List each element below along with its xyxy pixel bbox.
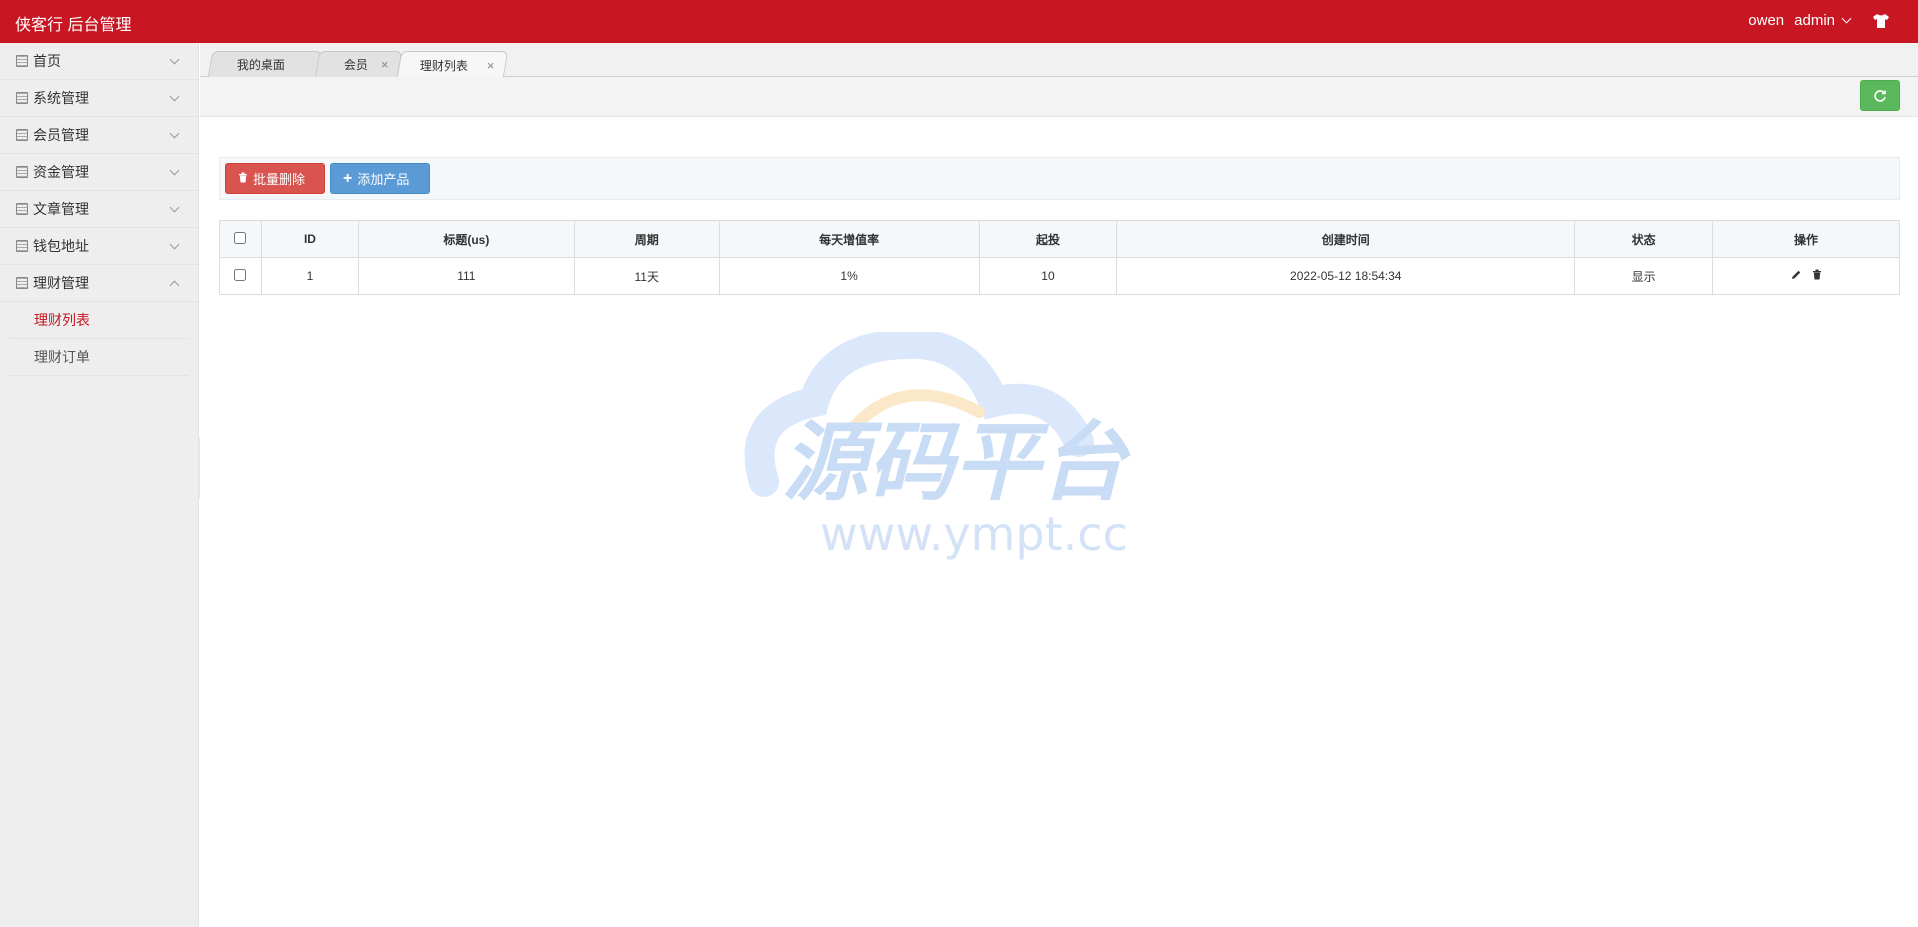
add-product-label: 添加产品 — [357, 172, 410, 187]
table-row: 1 111 11天 1% 10 2022-05-12 18:54:34 显示 — [219, 257, 1900, 295]
column-header[interactable]: 创建时间 — [1116, 220, 1576, 258]
column-header[interactable]: 周期 — [573, 220, 720, 258]
close-icon[interactable]: × — [381, 57, 389, 72]
main-content: 批量删除 + 添加产品 ID 标题(us) 周期 每天增值率 起投 创建时间 状… — [200, 118, 1918, 927]
brand-title: 侠客行 后台管理 — [15, 17, 132, 34]
chevron-down-icon — [169, 128, 180, 139]
cell-id: 1 — [260, 257, 359, 295]
user-name[interactable]: owen — [1748, 12, 1784, 29]
cell-title: 111 — [357, 257, 575, 295]
row-checkbox[interactable] — [234, 268, 247, 281]
refresh-icon — [1874, 89, 1886, 102]
tab-label: 会员 — [343, 58, 368, 72]
grid-icon — [16, 203, 28, 215]
chevron-down-icon — [169, 239, 180, 250]
top-header: 侠客行 后台管理 owen admin — [0, 0, 1918, 43]
sidebar-item-members[interactable]: 会员管理 — [0, 117, 198, 154]
column-header: 操作 — [1712, 220, 1900, 258]
tab-desktop[interactable]: 我的桌面 — [207, 51, 323, 77]
sidebar-item-system[interactable]: 系统管理 — [0, 80, 198, 117]
sidebar: 首页 系统管理 会员管理 资金管理 文章管理 钱包地址 理财管理 理财列表 理财… — [0, 43, 199, 927]
table-header-row: ID 标题(us) 周期 每天增值率 起投 创建时间 状态 操作 — [219, 220, 1900, 258]
sidebar-item-label: 首页 — [33, 53, 61, 69]
add-product-button[interactable]: + 添加产品 — [330, 163, 430, 194]
admin-dropdown[interactable]: admin — [1794, 12, 1852, 29]
action-bar: 批量删除 + 添加产品 — [219, 157, 1900, 200]
grid-icon — [16, 129, 28, 141]
sidebar-item-label: 理财管理 — [33, 275, 89, 291]
refresh-button[interactable] — [1860, 80, 1900, 111]
user-area: owen admin — [1748, 12, 1852, 29]
plus-icon: + — [343, 169, 353, 187]
cell-operations — [1712, 257, 1900, 295]
sidebar-item-label: 钱包地址 — [33, 238, 89, 254]
grid-icon — [16, 92, 28, 104]
sidebar-subitem-finance-list[interactable]: 理财列表 — [9, 302, 189, 339]
trash-icon — [238, 171, 248, 186]
column-header[interactable]: 起投 — [978, 220, 1118, 258]
tab-label: 我的桌面 — [236, 58, 285, 72]
grid-icon — [16, 277, 28, 289]
batch-delete-label: 批量删除 — [253, 172, 306, 187]
edit-icon[interactable] — [1790, 269, 1802, 281]
select-all-checkbox[interactable] — [234, 231, 247, 244]
sidebar-item-home[interactable]: 首页 — [0, 43, 198, 80]
chevron-down-icon — [169, 165, 180, 176]
cell-period: 11天 — [573, 257, 720, 295]
chevron-down-icon — [169, 202, 180, 213]
admin-label: admin — [1794, 12, 1835, 29]
sidebar-item-label: 系统管理 — [33, 90, 89, 106]
shirt-icon[interactable] — [1871, 12, 1891, 30]
status-badge[interactable]: 显示 — [1574, 257, 1714, 295]
tab-members[interactable]: 会员 × — [314, 51, 403, 77]
cell-created: 2022-05-12 18:54:34 — [1116, 257, 1576, 295]
grid-icon — [16, 55, 28, 67]
sidebar-item-label: 会员管理 — [33, 127, 89, 143]
sidebar-subitem-finance-orders[interactable]: 理财订单 — [9, 339, 189, 376]
sidebar-item-funds[interactable]: 资金管理 — [0, 154, 198, 191]
tab-bar: 我的桌面 会员 × 理财列表 × — [200, 43, 1918, 78]
cell-min-invest: 10 — [978, 257, 1118, 295]
select-all-cell — [219, 220, 262, 258]
trash-icon[interactable] — [1812, 269, 1822, 280]
sidebar-item-articles[interactable]: 文章管理 — [0, 191, 198, 228]
cell-daily-rate: 1% — [718, 257, 980, 295]
column-header[interactable]: 每天增值率 — [718, 220, 980, 258]
close-icon[interactable]: × — [487, 58, 495, 73]
sidebar-item-label: 资金管理 — [33, 164, 89, 180]
sidebar-item-wallet[interactable]: 钱包地址 — [0, 228, 198, 265]
column-header[interactable]: ID — [260, 220, 359, 258]
sidebar-item-finance[interactable]: 理财管理 — [0, 265, 198, 302]
chevron-down-icon — [169, 91, 180, 102]
chevron-down-icon — [169, 54, 180, 65]
sidebar-item-label: 文章管理 — [33, 201, 89, 217]
column-header[interactable]: 标题(us) — [357, 220, 575, 258]
chevron-up-icon — [169, 280, 180, 291]
batch-delete-button[interactable]: 批量删除 — [225, 163, 325, 194]
finance-table: ID 标题(us) 周期 每天增值率 起投 创建时间 状态 操作 1 111 1… — [219, 220, 1900, 295]
grid-icon — [16, 240, 28, 252]
tab-label: 理财列表 — [419, 58, 468, 73]
row-select-cell — [219, 257, 262, 295]
tab-finance-list[interactable]: 理财列表 × — [396, 51, 509, 78]
grid-icon — [16, 166, 28, 178]
column-header[interactable]: 状态 — [1574, 220, 1714, 258]
chevron-down-icon — [1841, 13, 1852, 24]
content-toolbar — [200, 77, 1918, 117]
